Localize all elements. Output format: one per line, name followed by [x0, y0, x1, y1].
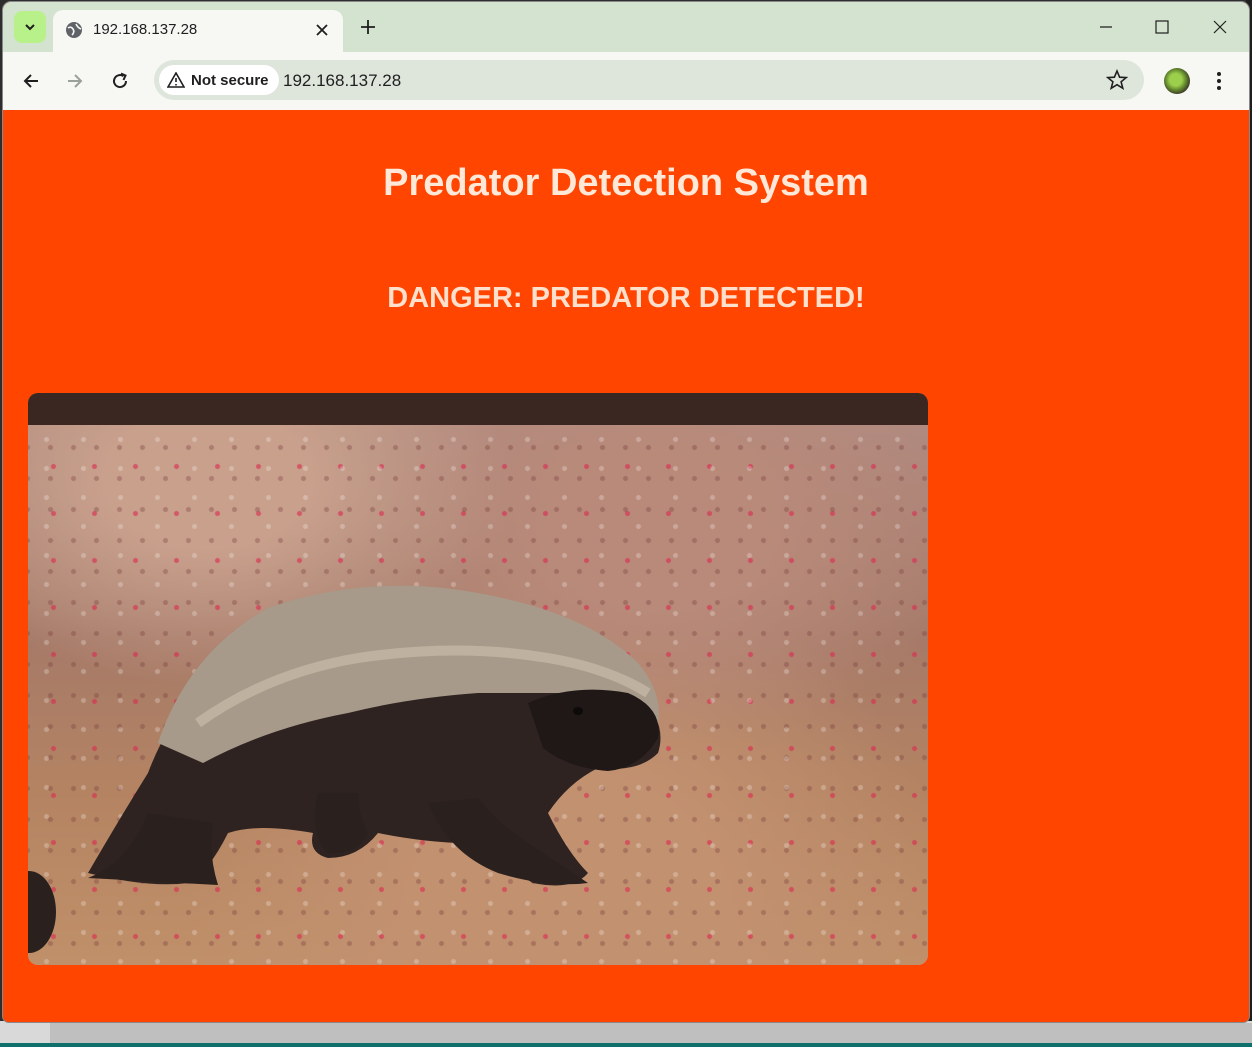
- browser-menu-button[interactable]: [1209, 68, 1229, 94]
- close-icon: [316, 24, 328, 36]
- plus-icon: [361, 20, 375, 34]
- maximize-icon: [1155, 20, 1169, 34]
- danger-status: DANGER: PREDATOR DETECTED!: [387, 282, 865, 314]
- address-bar[interactable]: Not secure 192.168.137.28: [154, 60, 1144, 100]
- forward-button[interactable]: [60, 66, 90, 96]
- security-label: Not secure: [191, 71, 269, 89]
- profile-avatar[interactable]: [1164, 68, 1190, 94]
- tab-search-button[interactable]: [14, 11, 46, 43]
- close-icon: [1213, 20, 1227, 34]
- taskbar: [0, 1021, 1252, 1047]
- minimize-button[interactable]: [1080, 10, 1132, 44]
- honey-badger-image: [88, 585, 661, 886]
- globe-icon: [66, 22, 82, 38]
- chevron-down-icon: [25, 24, 35, 31]
- maximize-button[interactable]: [1136, 10, 1188, 44]
- window-close-button[interactable]: [1194, 10, 1246, 44]
- minimize-icon: [1100, 26, 1112, 28]
- url-text[interactable]: 192.168.137.28: [283, 71, 401, 91]
- star-icon[interactable]: [1106, 69, 1128, 91]
- security-chip[interactable]: Not secure: [159, 65, 279, 95]
- arrow-right-icon: [68, 74, 83, 88]
- reload-button[interactable]: [105, 66, 135, 96]
- reload-icon: [113, 72, 128, 89]
- page-title: Predator Detection System: [383, 162, 869, 204]
- browser-window: 192.168.137.28 Not secure 192.168.137.28…: [3, 2, 1249, 1022]
- tab-close-button[interactable]: [311, 19, 333, 41]
- back-button[interactable]: [16, 66, 46, 96]
- new-tab-button[interactable]: [355, 14, 381, 40]
- tab-title: 192.168.137.28: [93, 21, 198, 38]
- arrow-left-icon: [23, 74, 38, 88]
- page-content: Predator Detection System DANGER: PREDAT…: [3, 110, 1249, 1022]
- camera-feed-image: [28, 393, 928, 965]
- toolbar: Not secure 192.168.137.28: [3, 52, 1249, 111]
- warning-icon: [167, 72, 185, 88]
- tab-strip: 192.168.137.28: [3, 2, 1249, 52]
- tab-active[interactable]: 192.168.137.28: [53, 10, 343, 52]
- more-vertical-icon: [1217, 72, 1221, 90]
